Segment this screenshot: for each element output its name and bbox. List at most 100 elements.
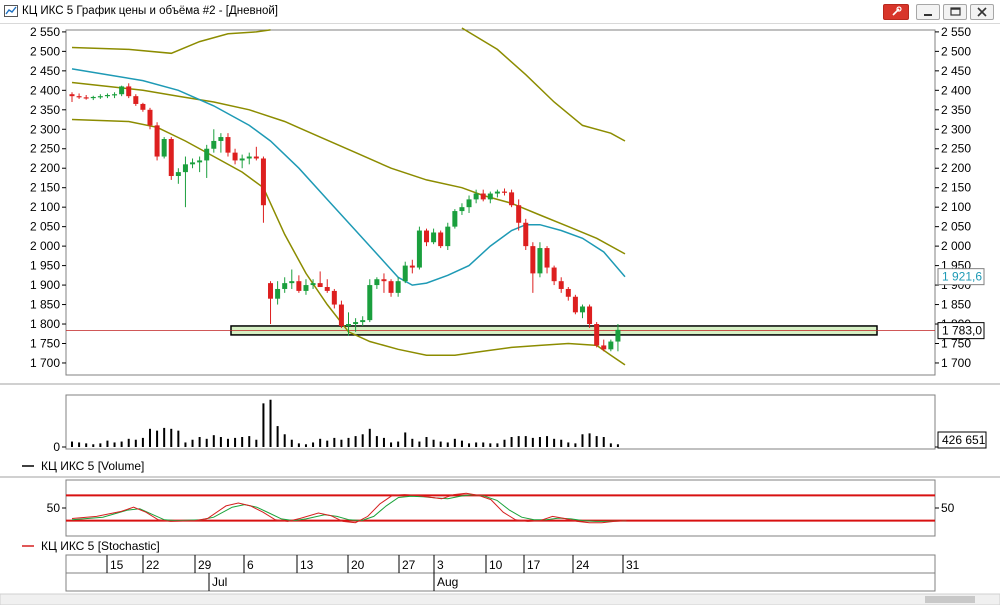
- y-tick-label-right: 2 450: [941, 64, 971, 78]
- candle-body: [218, 137, 224, 141]
- stochastic-legend-label: КЦ ИКС 5 [Stochastic]: [41, 539, 160, 553]
- date-tick-label: 17: [527, 558, 541, 572]
- volume-bar: [574, 443, 577, 447]
- y-tick-label-right: 2 350: [941, 103, 971, 117]
- horizontal-scrollbar[interactable]: [0, 593, 1000, 605]
- candle-body: [147, 109, 153, 126]
- date-tick-label: 15: [110, 558, 124, 572]
- candle-body: [346, 324, 352, 326]
- candle-body: [572, 296, 578, 313]
- candle-body: [501, 191, 507, 193]
- volume-bar: [198, 437, 201, 447]
- candle-body: [69, 94, 75, 97]
- volume-bar: [148, 428, 151, 447]
- price-panel-frame: [65, 29, 936, 376]
- candle-body: [594, 324, 600, 346]
- volume-bar: [390, 442, 393, 447]
- volume-bar: [127, 438, 130, 447]
- candle-body: [168, 139, 174, 177]
- volume-bar: [397, 441, 400, 447]
- y-tick-label-right: 2 300: [941, 122, 971, 136]
- candle-body: [424, 230, 429, 243]
- stochastic-tick-label-left: 50: [47, 501, 61, 515]
- y-tick-label-right: 2 400: [941, 83, 971, 97]
- y-tick-label-left: 2 350: [30, 103, 60, 117]
- y-tick-label-left: 2 050: [30, 220, 60, 234]
- volume-bar: [382, 437, 385, 447]
- candle-body: [246, 156, 252, 159]
- volume-bar: [453, 438, 456, 447]
- candle-body: [565, 288, 571, 297]
- pin-icon: [892, 6, 902, 16]
- volume-bar: [524, 436, 527, 447]
- volume-bar: [269, 399, 272, 447]
- y-tick-label-left: 2 100: [30, 200, 60, 214]
- volume-bar: [297, 443, 300, 447]
- restore-button[interactable]: [943, 4, 967, 20]
- candle-body: [466, 199, 472, 208]
- volume-bar: [446, 442, 449, 447]
- candle-body: [360, 320, 366, 323]
- candle-body: [275, 288, 281, 299]
- candle-body: [239, 158, 245, 161]
- chart-area[interactable]: 2 550 2 550 2 500 2 500 2 450 2 450 2 400 2 400…: [0, 24, 1000, 605]
- volume-bar: [99, 443, 102, 447]
- volume-bar: [538, 437, 541, 447]
- candle-body: [119, 86, 125, 95]
- candle-body: [459, 207, 465, 212]
- candle-body: [161, 139, 167, 157]
- restore-icon: [950, 7, 961, 16]
- volume-bar: [113, 442, 116, 447]
- y-tick-label-left: 2 150: [30, 181, 60, 195]
- candle-body: [225, 137, 231, 153]
- window-titlebar: КЦ ИКС 5 График цены и объёма #2 - [Днев…: [0, 0, 1000, 24]
- y-tick-label-left: 2 450: [30, 64, 60, 78]
- scrollbar-thumb[interactable]: [925, 596, 975, 603]
- date-tick-label: 24: [576, 558, 590, 572]
- y-tick-label-right: 1 850: [941, 298, 971, 312]
- volume-bar: [205, 438, 208, 447]
- y-tick-label-right: 2 100: [941, 200, 971, 214]
- volume-bar: [163, 427, 166, 447]
- date-tick-label: 29: [198, 558, 212, 572]
- candle-body: [615, 329, 621, 342]
- y-tick-label-right: 1 700: [941, 356, 971, 370]
- volume-bar: [92, 444, 95, 447]
- y-tick-label-left: 2 400: [30, 83, 60, 97]
- volume-bar: [567, 442, 570, 447]
- volume-bar: [340, 439, 343, 447]
- candle-body: [140, 103, 146, 110]
- volume-bar: [312, 442, 315, 447]
- volume-bar: [170, 428, 173, 447]
- candle-body: [282, 283, 288, 289]
- pin-button[interactable]: [883, 4, 909, 20]
- y-tick-label-left: 1 750: [30, 336, 60, 350]
- volume-bar: [581, 434, 584, 447]
- volume-bar: [368, 428, 371, 447]
- volume-bar: [191, 439, 194, 447]
- y-tick-label-right: 2 150: [941, 181, 971, 195]
- volume-bar: [375, 436, 378, 447]
- y-tick-label-right: 2 200: [941, 161, 971, 175]
- candle-body: [133, 96, 139, 104]
- candle-body: [452, 211, 458, 227]
- volume-bar: [432, 439, 435, 447]
- volume-bar: [234, 437, 237, 447]
- close-button[interactable]: [970, 4, 994, 20]
- volume-bar: [609, 443, 612, 447]
- volume-legend-label: КЦ ИКС 5 [Volume]: [41, 459, 144, 473]
- minimize-icon: [924, 14, 932, 16]
- candle-body: [480, 193, 486, 200]
- volume-bar: [531, 437, 534, 447]
- volume-bar: [276, 426, 279, 447]
- minimize-button[interactable]: [916, 4, 940, 20]
- y-tick-label-right: 2 550: [941, 25, 971, 39]
- close-icon: [977, 7, 987, 17]
- candle-body: [579, 306, 585, 313]
- date-tick-label: 27: [402, 558, 416, 572]
- date-tick-label: 20: [351, 558, 365, 572]
- y-tick-label-left: 2 500: [30, 44, 60, 58]
- candle-body: [381, 279, 387, 282]
- candle-body: [211, 140, 217, 149]
- month-tick-label: Aug: [437, 575, 458, 589]
